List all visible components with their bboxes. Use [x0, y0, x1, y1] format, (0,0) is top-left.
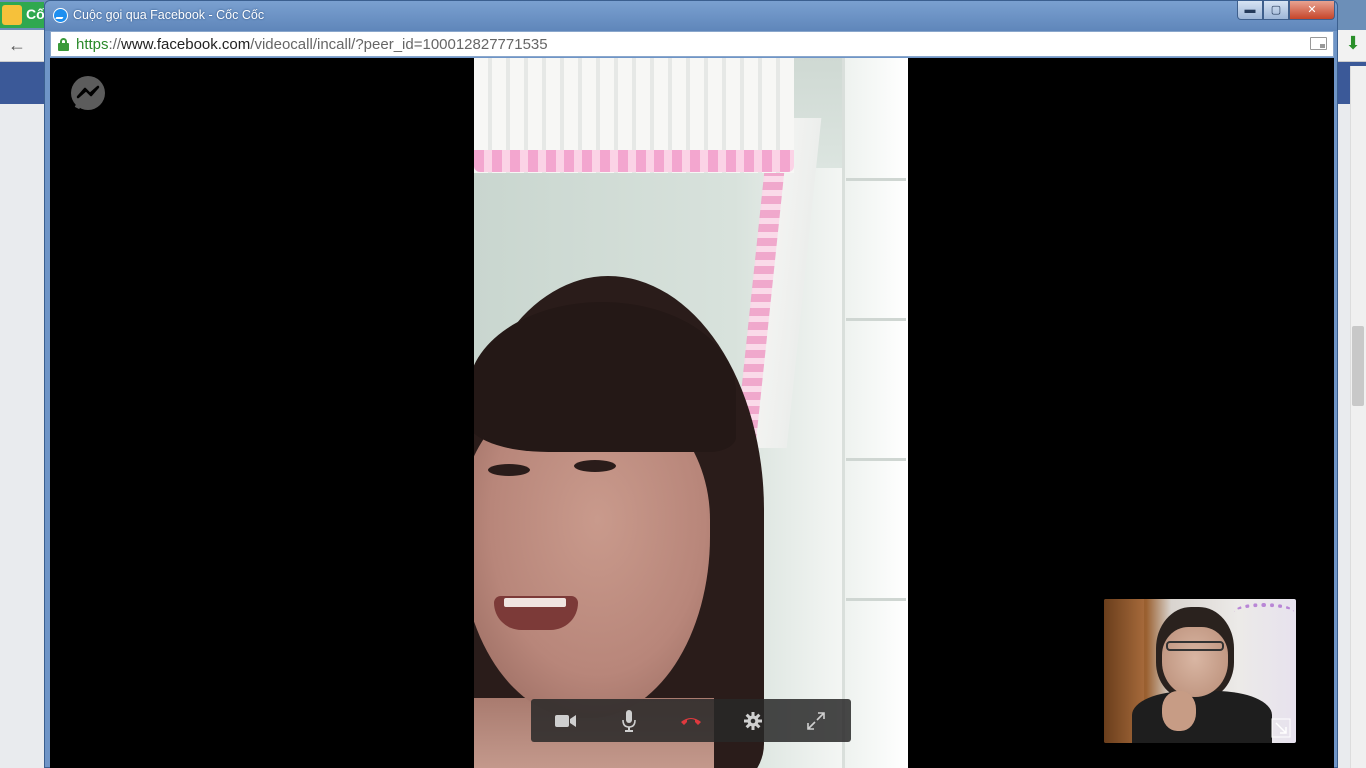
self-video-preview[interactable] [1104, 599, 1296, 743]
coccoc-logo-text: Cố [26, 6, 45, 22]
coccoc-logo-mark [2, 5, 22, 25]
url-path: /videocall/incall/?peer_id=1000128277715… [250, 36, 548, 53]
self-person-hand [1162, 691, 1196, 731]
expand-icon [806, 711, 825, 730]
close-button[interactable]: ✕ [1289, 1, 1335, 20]
window-controls: ▬ ▢ ✕ [1237, 1, 1335, 21]
end-call-button[interactable] [667, 699, 715, 742]
remote-person-eye [488, 464, 530, 476]
messenger-icon[interactable] [69, 75, 107, 113]
gear-icon [744, 711, 763, 730]
self-person-body [1132, 691, 1272, 743]
call-stage [50, 58, 1334, 768]
microphone-icon [621, 709, 636, 732]
self-person-face [1162, 627, 1228, 697]
url-domain: www.facebook.com [121, 36, 251, 53]
lock-icon[interactable] [58, 38, 69, 51]
remote-video-window-bar [846, 318, 906, 321]
video-camera-icon [555, 714, 577, 727]
window-titlebar[interactable]: Cuộc gọi qua Facebook - Cốc Cốc ▬ ▢ ✕ [45, 1, 1337, 31]
remote-video-window-bar [846, 458, 906, 461]
resize-self-view-icon[interactable] [1271, 718, 1291, 738]
back-arrow-icon[interactable]: ← [6, 35, 28, 55]
phone-hangup-icon [680, 717, 701, 725]
remote-person-eye [574, 460, 616, 472]
maximize-button[interactable]: ▢ [1263, 1, 1289, 20]
fullscreen-button[interactable] [792, 699, 840, 742]
background-scrollbar-thumb[interactable] [1352, 326, 1364, 406]
settings-button[interactable] [729, 699, 777, 742]
remote-video-curtain-fringe [474, 150, 794, 172]
remote-video-window-bar [846, 598, 906, 601]
url-text[interactable]: https://www.facebook.com/videocall/incal… [76, 36, 548, 53]
call-controls [531, 699, 851, 742]
video-call-window: Cuộc gọi qua Facebook - Cốc Cốc ▬ ▢ ✕ ht… [44, 0, 1338, 768]
minimize-button[interactable]: ▬ [1237, 1, 1263, 20]
microphone-button[interactable] [605, 699, 653, 742]
remote-person-teeth [504, 598, 566, 607]
download-icon[interactable]: ⬇ [1342, 33, 1364, 57]
coccoc-logo: Cố [0, 2, 45, 28]
camera-button[interactable] [542, 699, 590, 742]
remote-video [474, 58, 908, 768]
background-scrollbar[interactable] [1350, 66, 1366, 768]
page-action-icon[interactable] [1310, 37, 1327, 50]
self-person-glasses [1166, 641, 1224, 651]
remote-video-window [842, 58, 908, 768]
messenger-small-icon [53, 8, 68, 23]
remote-video-window-bar [846, 178, 906, 181]
address-bar[interactable]: https://www.facebook.com/videocall/incal… [50, 31, 1334, 57]
url-separator: :// [108, 36, 122, 53]
url-scheme: https [76, 36, 109, 53]
window-title: Cuộc gọi qua Facebook - Cốc Cốc [73, 8, 265, 22]
self-view-garland [1234, 603, 1294, 621]
